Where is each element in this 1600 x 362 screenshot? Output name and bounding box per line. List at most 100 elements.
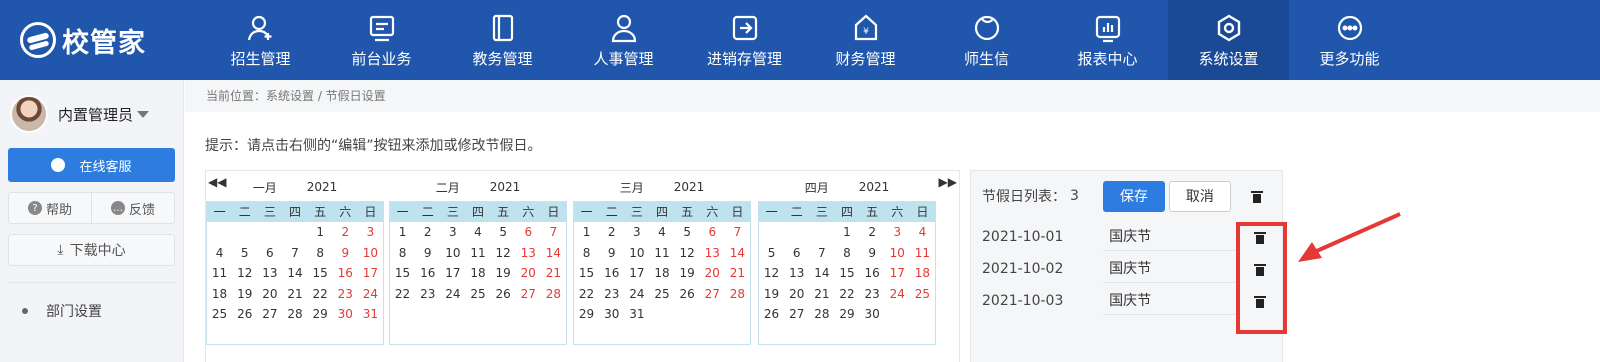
- download-center-button[interactable]: ⤓ 下载中心: [8, 234, 175, 266]
- day-cell[interactable]: 5: [675, 222, 700, 243]
- day-cell[interactable]: 15: [834, 263, 859, 284]
- cancel-button[interactable]: 取消: [1168, 180, 1231, 212]
- next-month-arrow-icon[interactable]: ▶▶: [939, 175, 957, 189]
- day-cell[interactable]: 21: [725, 263, 750, 284]
- day-cell[interactable]: 8: [834, 243, 859, 264]
- nav-item-settings[interactable]: 系统设置: [1168, 0, 1289, 80]
- day-cell[interactable]: 2: [415, 222, 440, 243]
- day-cell[interactable]: 20: [784, 284, 809, 305]
- day-cell[interactable]: 26: [675, 284, 700, 305]
- day-cell[interactable]: 25: [207, 304, 232, 325]
- day-cell[interactable]: 2: [860, 222, 885, 243]
- day-cell[interactable]: 13: [257, 263, 282, 284]
- logo[interactable]: 校管家: [0, 0, 200, 80]
- day-cell[interactable]: 28: [282, 304, 307, 325]
- nav-item-more[interactable]: 更多功能: [1289, 0, 1410, 80]
- day-cell[interactable]: 7: [809, 243, 834, 264]
- day-cell[interactable]: 6: [257, 243, 282, 264]
- day-cell[interactable]: 23: [599, 284, 624, 305]
- nav-item-book[interactable]: 教务管理: [442, 0, 563, 80]
- day-cell[interactable]: 30: [860, 304, 885, 325]
- day-cell[interactable]: 30: [333, 304, 358, 325]
- day-cell[interactable]: 9: [333, 243, 358, 264]
- day-cell[interactable]: 23: [333, 284, 358, 305]
- day-cell[interactable]: 29: [574, 304, 599, 325]
- day-cell[interactable]: 15: [390, 263, 415, 284]
- day-cell[interactable]: 3: [440, 222, 465, 243]
- nav-item-chat[interactable]: 师生信: [926, 0, 1047, 80]
- day-cell[interactable]: 7: [282, 243, 307, 264]
- day-cell[interactable]: 19: [232, 284, 257, 305]
- day-cell[interactable]: 28: [725, 284, 750, 305]
- day-cell[interactable]: 16: [599, 263, 624, 284]
- day-cell[interactable]: 20: [257, 284, 282, 305]
- day-cell[interactable]: 17: [358, 263, 383, 284]
- day-cell[interactable]: 2: [599, 222, 624, 243]
- holiday-name-input[interactable]: 国庆节: [1103, 255, 1239, 283]
- day-cell[interactable]: 6: [700, 222, 725, 243]
- day-cell[interactable]: 11: [207, 263, 232, 284]
- holiday-name-input[interactable]: 国庆节: [1103, 287, 1239, 315]
- day-cell[interactable]: 27: [257, 304, 282, 325]
- day-cell[interactable]: 28: [541, 284, 566, 305]
- day-cell[interactable]: 1: [308, 222, 333, 243]
- day-cell[interactable]: 16: [860, 263, 885, 284]
- day-cell[interactable]: 10: [885, 243, 910, 264]
- day-cell[interactable]: 5: [232, 243, 257, 264]
- day-cell[interactable]: 25: [649, 284, 674, 305]
- day-cell[interactable]: 20: [700, 263, 725, 284]
- day-cell[interactable]: 12: [675, 243, 700, 264]
- day-cell[interactable]: 23: [415, 284, 440, 305]
- day-cell[interactable]: 10: [440, 243, 465, 264]
- day-cell[interactable]: 8: [574, 243, 599, 264]
- day-cell[interactable]: 24: [885, 284, 910, 305]
- day-cell[interactable]: 26: [491, 284, 516, 305]
- day-cell[interactable]: 30: [599, 304, 624, 325]
- day-cell[interactable]: 9: [415, 243, 440, 264]
- day-cell[interactable]: 3: [358, 222, 383, 243]
- day-cell[interactable]: 10: [624, 243, 649, 264]
- day-cell[interactable]: 26: [759, 304, 784, 325]
- day-cell[interactable]: 19: [491, 263, 516, 284]
- day-cell[interactable]: 26: [232, 304, 257, 325]
- nav-item-inventory[interactable]: 进销存管理: [684, 0, 805, 80]
- day-cell[interactable]: 18: [910, 263, 935, 284]
- day-cell[interactable]: 4: [910, 222, 935, 243]
- day-cell[interactable]: 10: [358, 243, 383, 264]
- day-cell[interactable]: 4: [207, 243, 232, 264]
- day-cell[interactable]: 19: [759, 284, 784, 305]
- day-cell[interactable]: 31: [624, 304, 649, 325]
- feedback-button[interactable]: … 反馈: [91, 193, 174, 223]
- day-cell[interactable]: 19: [675, 263, 700, 284]
- user-menu[interactable]: 内置管理员: [0, 80, 183, 148]
- day-cell[interactable]: 3: [885, 222, 910, 243]
- nav-item-person[interactable]: 人事管理: [563, 0, 684, 80]
- day-cell[interactable]: 7: [725, 222, 750, 243]
- day-cell[interactable]: 21: [809, 284, 834, 305]
- day-cell[interactable]: 22: [390, 284, 415, 305]
- nav-item-user-add[interactable]: 招生管理: [200, 0, 321, 80]
- day-cell[interactable]: 13: [700, 243, 725, 264]
- day-cell[interactable]: 13: [516, 243, 541, 264]
- trash-icon[interactable]: [1250, 190, 1263, 203]
- day-cell[interactable]: 12: [759, 263, 784, 284]
- day-cell[interactable]: 22: [834, 284, 859, 305]
- day-cell[interactable]: 17: [885, 263, 910, 284]
- day-cell[interactable]: 3: [624, 222, 649, 243]
- day-cell[interactable]: 27: [784, 304, 809, 325]
- day-cell[interactable]: 28: [809, 304, 834, 325]
- day-cell[interactable]: 6: [516, 222, 541, 243]
- day-cell[interactable]: 27: [700, 284, 725, 305]
- day-cell[interactable]: 16: [415, 263, 440, 284]
- day-cell[interactable]: 12: [232, 263, 257, 284]
- day-cell[interactable]: 14: [725, 243, 750, 264]
- day-cell[interactable]: 11: [649, 243, 674, 264]
- day-cell[interactable]: 24: [624, 284, 649, 305]
- day-cell[interactable]: 22: [574, 284, 599, 305]
- day-cell[interactable]: 25: [465, 284, 490, 305]
- day-cell[interactable]: 20: [516, 263, 541, 284]
- day-cell[interactable]: 24: [440, 284, 465, 305]
- day-cell[interactable]: 18: [649, 263, 674, 284]
- online-service-button[interactable]: 在线客服: [8, 148, 175, 182]
- day-cell[interactable]: 21: [541, 263, 566, 284]
